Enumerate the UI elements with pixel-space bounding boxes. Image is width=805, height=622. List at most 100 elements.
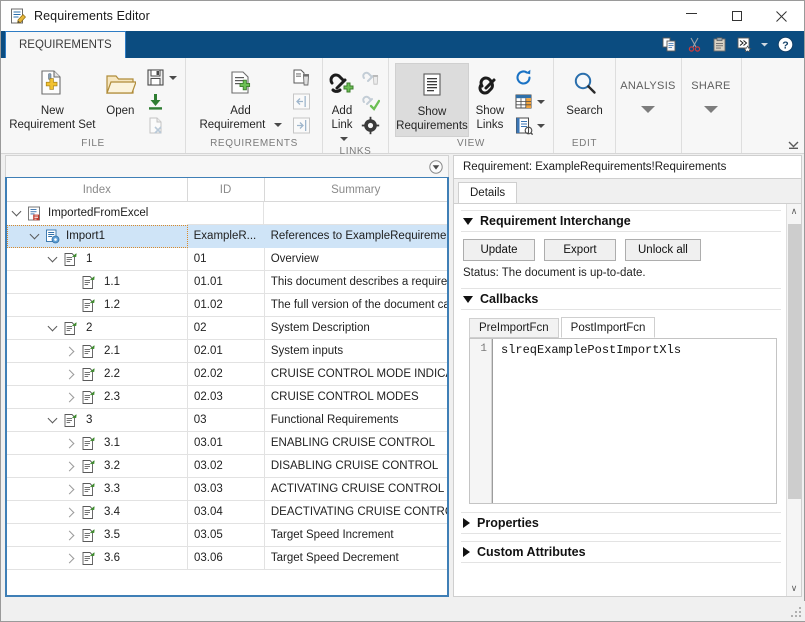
chevron-right-icon[interactable]: [61, 340, 79, 362]
table-row[interactable]: Import1 ExampleR... References to Exampl…: [7, 225, 447, 248]
chevron-down-icon[interactable]: [7, 202, 25, 224]
export-button[interactable]: Export: [544, 239, 616, 261]
table-row[interactable]: 3.303.03ACTIVATING CRUISE CONTROL: [7, 478, 447, 501]
add-link-button[interactable]: Add Link: [326, 63, 358, 146]
tree-cell-summary: ENABLING CRUISE CONTROL: [265, 432, 447, 455]
chevron-down-icon[interactable]: [25, 225, 43, 247]
chevron-right-icon[interactable]: [61, 501, 79, 523]
tab-postimportfcn[interactable]: PostImportFcn: [561, 317, 656, 338]
show-links-button[interactable]: Show Links: [469, 63, 511, 137]
section-requirement-interchange-header[interactable]: Requirement Interchange: [461, 210, 781, 232]
report-icon[interactable]: [511, 115, 535, 137]
chevron-down-icon[interactable]: [43, 317, 61, 339]
tree-cell-index: Import1: [7, 225, 188, 248]
filter-dropdown-icon[interactable]: [429, 160, 443, 174]
column-header-summary[interactable]: Summary: [265, 178, 448, 201]
analysis-menu-button[interactable]: ANALYSIS: [616, 58, 680, 113]
scroll-up-arrow-icon[interactable]: ∧: [787, 204, 802, 219]
chevron-down-icon[interactable]: [43, 248, 61, 270]
table-row[interactable]: ImportedFromExcel: [7, 202, 447, 225]
ribbon-group-requirements: Add Requirement: [186, 58, 323, 153]
save-icon[interactable]: [143, 67, 167, 89]
tree-cell-summary: DEACTIVATING CRUISE CONTROL: [265, 501, 447, 524]
columns-chevron-down-icon[interactable]: [535, 91, 547, 113]
search-button[interactable]: Search: [556, 63, 614, 137]
chevron-right-icon[interactable]: [61, 386, 79, 408]
tree-cell-summary: Target Speed Decrement: [265, 547, 447, 570]
refresh-icon[interactable]: [511, 67, 535, 89]
ribbon: NewRequirement Set Open: [1, 58, 804, 154]
table-row[interactable]: 2.102.01System inputs: [7, 340, 447, 363]
scroll-down-arrow-icon[interactable]: ∨: [787, 581, 802, 596]
chevron-right-icon[interactable]: [61, 547, 79, 569]
column-header-id[interactable]: ID: [188, 178, 265, 201]
tree-cell-summary: System Description: [265, 317, 447, 340]
add-requirement-label: Add Requirement: [199, 104, 281, 132]
update-button[interactable]: Update: [463, 239, 535, 261]
cut-icon[interactable]: [683, 34, 705, 56]
section-custom-attributes-header[interactable]: Custom Attributes: [461, 541, 781, 563]
section-properties-header[interactable]: Properties: [461, 512, 781, 534]
save-chevron-down-icon[interactable]: [167, 67, 179, 89]
section-callbacks-header[interactable]: Callbacks: [461, 288, 781, 310]
copy-icon[interactable]: [658, 34, 680, 56]
open-button[interactable]: Open: [98, 63, 143, 137]
details-scrollbar[interactable]: ∧ ∨: [786, 204, 801, 596]
minimize-button[interactable]: [669, 1, 714, 31]
table-row[interactable]: 1.101.01This document describes a requir…: [7, 271, 447, 294]
chevron-down-icon[interactable]: [43, 409, 61, 431]
unlock-all-button[interactable]: Unlock all: [625, 239, 701, 261]
table-row[interactable]: 202System Description: [7, 317, 447, 340]
tree-index-text: 3.1: [97, 437, 120, 449]
tree-index-text: 3.4: [97, 506, 120, 518]
tab-requirements[interactable]: REQUIREMENTS: [5, 31, 126, 58]
tree-index-text: ImportedFromExcel: [43, 207, 148, 219]
tab-preimportfcn[interactable]: PreImportFcn: [469, 318, 559, 338]
table-row[interactable]: 3.203.02DISABLING CRUISE CONTROL: [7, 455, 447, 478]
chevron-right-icon[interactable]: [61, 363, 79, 385]
callback-code-editor[interactable]: 1 slreqExamplePostImportXls: [469, 338, 777, 504]
chevron-right-icon[interactable]: [61, 524, 79, 546]
new-requirement-set-button[interactable]: NewRequirement Set: [7, 63, 98, 137]
chevron-right-icon[interactable]: [61, 432, 79, 454]
resize-grip-icon[interactable]: [791, 607, 803, 619]
quick-access-chevron-down-icon[interactable]: [758, 34, 771, 56]
table-row[interactable]: 101Overview: [7, 248, 447, 271]
search-label: Search: [566, 104, 602, 118]
table-row[interactable]: 3.103.01ENABLING CRUISE CONTROL: [7, 432, 447, 455]
customize-icon[interactable]: [733, 34, 755, 56]
tree-cell-id: 03.03: [188, 478, 265, 501]
table-row[interactable]: 3.503.05Target Speed Increment: [7, 524, 447, 547]
table-row[interactable]: 1.201.02The full version of the document…: [7, 294, 447, 317]
maximize-button[interactable]: [714, 1, 759, 31]
column-header-index[interactable]: Index: [7, 178, 188, 201]
table-row[interactable]: 3.603.06Target Speed Decrement: [7, 547, 447, 570]
report-chevron-down-icon[interactable]: [535, 115, 547, 137]
code-text[interactable]: slreqExamplePostImportXls: [492, 339, 776, 503]
chevron-right-icon[interactable]: [61, 455, 79, 477]
table-row[interactable]: 2.202.02CRUISE CONTROL MODE INDICATOR: [7, 363, 447, 386]
tree-cell-summary: Functional Requirements: [265, 409, 447, 432]
share-menu-button[interactable]: SHARE: [682, 58, 740, 113]
delete-requirement-icon[interactable]: [289, 67, 313, 89]
paste-icon[interactable]: [708, 34, 730, 56]
tree-index-text: Import1: [61, 230, 105, 242]
save-as-icon[interactable]: [143, 91, 167, 113]
columns-icon[interactable]: [511, 91, 535, 113]
requirements-tree[interactable]: Index ID Summary: [5, 177, 449, 597]
analysis-chevron-down-icon: [641, 106, 655, 113]
table-row[interactable]: 303Functional Requirements: [7, 409, 447, 432]
collapse-ribbon-icon[interactable]: [786, 137, 800, 151]
show-requirements-button[interactable]: Show Requirements: [395, 63, 469, 137]
table-row[interactable]: 2.302.03CRUISE CONTROL MODES: [7, 386, 447, 409]
close-button[interactable]: [759, 1, 804, 31]
add-requirement-button[interactable]: Add Requirement: [192, 63, 289, 137]
scrollbar-track[interactable]: [787, 219, 802, 581]
table-row[interactable]: 3.403.04DEACTIVATING CRUISE CONTROL: [7, 501, 447, 524]
help-icon[interactable]: ?: [774, 34, 796, 56]
link-settings-icon[interactable]: [358, 115, 382, 137]
tab-details[interactable]: Details: [458, 182, 517, 203]
ribbon-group-file-label: FILE: [1, 138, 185, 153]
scrollbar-thumb[interactable]: [788, 224, 801, 499]
chevron-right-icon[interactable]: [61, 478, 79, 500]
